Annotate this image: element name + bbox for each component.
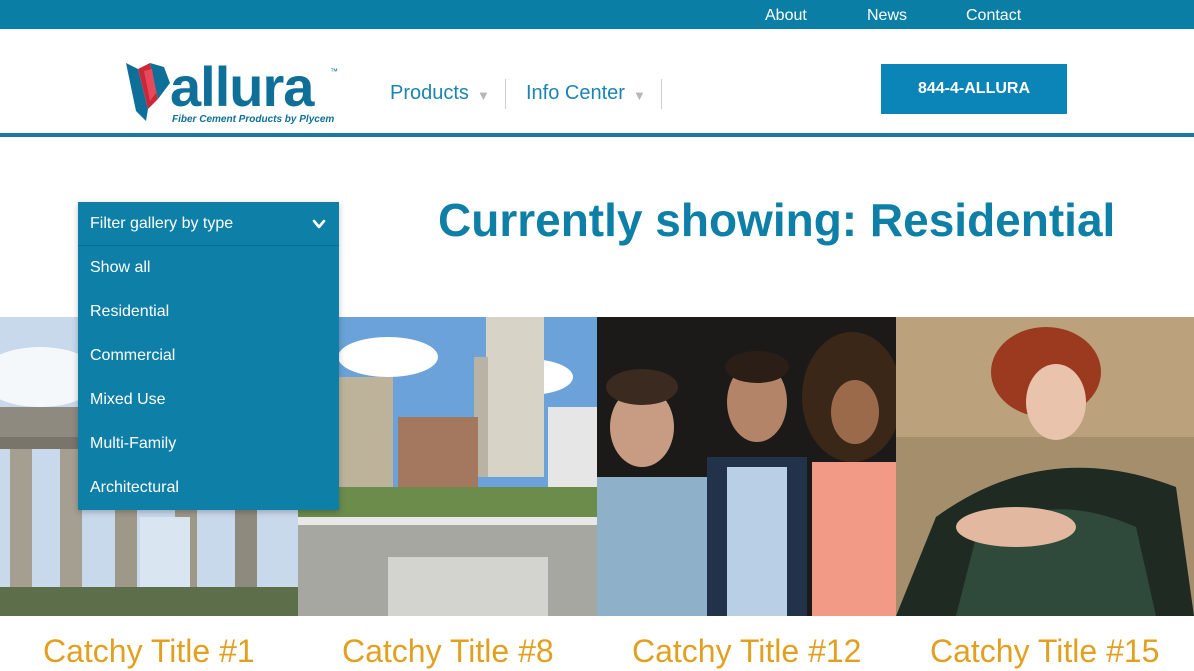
nav-info-center[interactable]: Info Center ▼	[526, 78, 646, 108]
filter-option-show-all[interactable]: Show all	[78, 246, 339, 290]
nav-divider	[661, 79, 662, 109]
nav-products[interactable]: Products ▼	[390, 78, 490, 108]
filter-option-architectural[interactable]: Architectural	[78, 466, 339, 510]
filter-dropdown-label: Filter gallery by type	[90, 214, 234, 232]
tile-title[interactable]: Catchy Title #1	[43, 633, 255, 670]
tile-title[interactable]: Catchy Title #8	[342, 633, 554, 670]
about-link[interactable]: About	[765, 7, 807, 25]
header-divider	[0, 133, 1194, 137]
logo-mark-icon	[126, 63, 170, 121]
gallery-tile[interactable]	[597, 317, 896, 616]
top-utility-bar: About News Contact	[0, 0, 1194, 29]
nav-divider	[505, 79, 506, 109]
gallery-filter-dropdown[interactable]: Filter gallery by type Show all Resident…	[78, 202, 339, 510]
tile-title[interactable]: Catchy Title #12	[632, 633, 861, 670]
filter-option-residential[interactable]: Residential	[78, 290, 339, 334]
contact-link[interactable]: Contact	[966, 7, 1021, 25]
nav-products-label: Products	[390, 81, 469, 104]
allura-logo[interactable]: allura ™ Fiber Cement Products by Plycem	[124, 59, 344, 129]
filter-option-mixed-use[interactable]: Mixed Use	[78, 378, 339, 422]
gallery-tile[interactable]	[298, 317, 597, 616]
tile-title[interactable]: Catchy Title #15	[930, 633, 1159, 670]
filter-option-commercial[interactable]: Commercial	[78, 334, 339, 378]
page-title: Currently showing: Residential	[438, 194, 1116, 246]
caret-down-icon: ▼	[632, 87, 646, 103]
logo-wordmark: allura	[170, 55, 314, 118]
logo-trademark: ™	[330, 67, 338, 76]
site-header: allura ™ Fiber Cement Products by Plycem…	[0, 29, 1194, 134]
phone-button[interactable]: 844-4-ALLURA	[881, 64, 1067, 114]
logo-tagline: Fiber Cement Products by Plycem	[172, 114, 335, 125]
caret-down-icon: ▼	[476, 87, 490, 103]
woman-red-hair-portrait-photo	[896, 317, 1194, 616]
chevron-down-icon	[312, 219, 326, 229]
news-link[interactable]: News	[867, 7, 907, 25]
nav-info-center-label: Info Center	[526, 81, 625, 104]
three-people-portrait-photo	[597, 317, 896, 616]
filter-dropdown-toggle[interactable]: Filter gallery by type	[78, 202, 339, 246]
city-skyline-photo	[298, 317, 597, 616]
filter-option-multi-family[interactable]: Multi-Family	[78, 422, 339, 466]
gallery-tile[interactable]	[896, 317, 1194, 616]
